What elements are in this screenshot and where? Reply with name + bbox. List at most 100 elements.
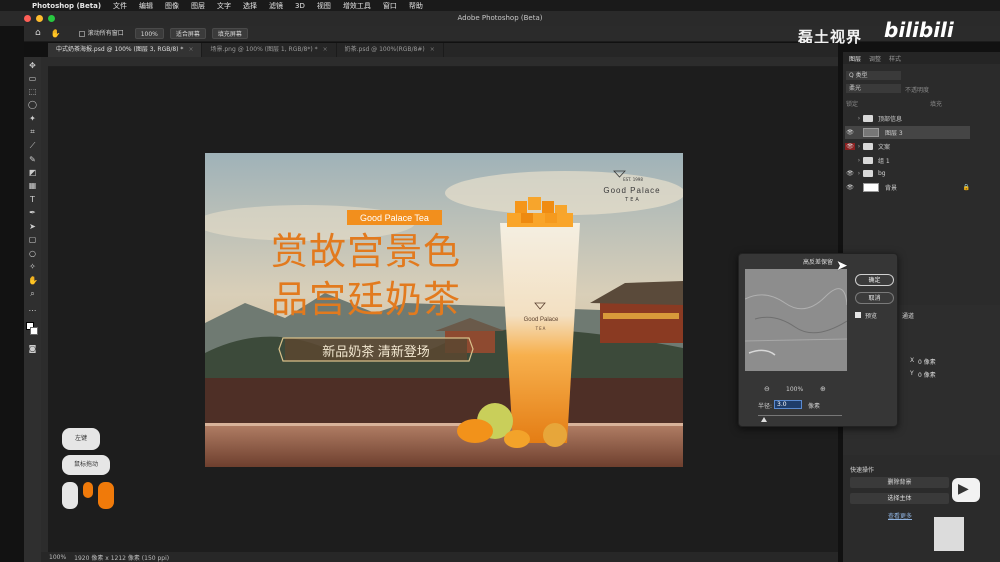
tab-label: 中式奶茶海报.psd @ 100% (图层 3, RGB/8) * bbox=[56, 46, 184, 53]
select-subject-button[interactable]: 选择主体 bbox=[850, 493, 949, 504]
tab-milk-tea[interactable]: 奶茶.psd @ 100%(RGB/8#) × bbox=[337, 43, 444, 57]
fill-screen-button[interactable]: 填充屏幕 bbox=[211, 28, 248, 39]
menu-window[interactable]: 窗口 bbox=[383, 1, 397, 11]
eye-icon[interactable]: 👁 bbox=[845, 143, 855, 150]
more-tools-icon[interactable]: … bbox=[28, 304, 37, 313]
horizontal-ruler[interactable] bbox=[48, 57, 838, 67]
poster-badge: Good Palace Tea bbox=[360, 213, 429, 223]
chevron-right-icon[interactable]: › bbox=[855, 170, 863, 177]
vertical-ruler[interactable] bbox=[41, 57, 48, 552]
marquee-icon[interactable]: ⬚ bbox=[28, 87, 37, 96]
close-icon[interactable]: × bbox=[323, 46, 328, 53]
layer-name: 文案 bbox=[878, 144, 891, 151]
y-label: Y bbox=[910, 370, 914, 377]
fit-screen-button[interactable]: 适合屏幕 bbox=[169, 28, 206, 39]
x-value-field[interactable]: 0 像素 bbox=[918, 357, 936, 366]
ellipse-icon[interactable]: ○ bbox=[28, 249, 37, 258]
x-label: X bbox=[910, 357, 915, 364]
move-icon[interactable]: ✥ bbox=[28, 61, 37, 70]
poster-canvas[interactable]: Good Palace Tea 赏故宫景色 品宫廷奶茶 新品奶茶 清新登场 ES… bbox=[205, 153, 683, 467]
layer-row-bg[interactable]: 👁 › bg bbox=[845, 167, 970, 180]
radius-slider-handle[interactable] bbox=[761, 417, 767, 422]
tab-milk-tea-poster[interactable]: 中式奶茶海报.psd @ 100% (图层 3, RGB/8) * × bbox=[48, 43, 203, 57]
menu-app-name[interactable]: Photoshop (Beta) bbox=[32, 2, 101, 10]
lock-label: 锁定 bbox=[846, 101, 859, 108]
tab-layers[interactable]: 图层 bbox=[849, 54, 861, 63]
layer-thumbnail bbox=[863, 183, 879, 192]
close-icon[interactable]: × bbox=[188, 46, 193, 53]
menu-select[interactable]: 选择 bbox=[243, 1, 257, 11]
hand-icon[interactable]: ✋ bbox=[46, 28, 66, 39]
menu-help[interactable]: 帮助 bbox=[409, 1, 423, 11]
home-icon[interactable]: ⌂ bbox=[30, 28, 46, 39]
scroll-all-checkbox[interactable]: 滚动所有窗口 bbox=[74, 28, 129, 39]
artboard-icon[interactable]: ▭ bbox=[28, 74, 37, 83]
close-icon[interactable]: × bbox=[430, 46, 435, 53]
radius-label: 半径: bbox=[758, 403, 773, 410]
status-zoom[interactable]: 100% bbox=[49, 554, 66, 561]
menu-type[interactable]: 文字 bbox=[217, 1, 231, 11]
chevron-right-icon[interactable]: › bbox=[855, 143, 863, 150]
dialog-preview-image[interactable] bbox=[745, 269, 847, 371]
mouse-drag-indicator: 鼠标拖动 bbox=[62, 455, 110, 475]
shape-icon[interactable]: ▢ bbox=[28, 235, 37, 244]
brush-icon[interactable]: ✎ bbox=[28, 155, 37, 164]
cancel-button[interactable]: 取消 bbox=[855, 292, 894, 304]
pen-icon[interactable]: ✒ bbox=[28, 208, 37, 217]
zoom-icon[interactable]: ⌕ bbox=[28, 289, 37, 298]
view-more-link[interactable]: 查看更多 bbox=[888, 511, 912, 520]
zoom-100-button[interactable]: 100% bbox=[134, 28, 164, 39]
quick-actions-heading: 快速操作 bbox=[850, 467, 875, 474]
menu-view[interactable]: 视图 bbox=[317, 1, 331, 11]
menu-image[interactable]: 图像 bbox=[165, 1, 179, 11]
background-color-swatch[interactable] bbox=[30, 327, 38, 335]
menu-3d[interactable]: 3D bbox=[295, 2, 305, 10]
layer-row-group-1[interactable]: › 组 1 bbox=[845, 154, 970, 167]
crop-icon[interactable]: ⌗ bbox=[28, 127, 37, 136]
zoom-out-icon[interactable]: ⊖ bbox=[764, 385, 770, 393]
menu-layer[interactable]: 图层 bbox=[191, 1, 205, 11]
cup-logo-name: Good Palace bbox=[523, 317, 559, 323]
status-doc-info[interactable]: 1920 像素 x 1212 像素 (150 ppi) bbox=[74, 553, 169, 562]
tab-adjustments[interactable]: 调整 bbox=[869, 54, 881, 63]
magic-wand-icon[interactable]: ✦ bbox=[28, 114, 37, 123]
menu-edit[interactable]: 编辑 bbox=[139, 1, 153, 11]
tab-scene[interactable]: 场景.png @ 100% (图层 1, RGB/8*) * × bbox=[202, 43, 337, 57]
layer-row-layer-3[interactable]: 👁 图层 3 bbox=[845, 126, 970, 139]
poster-headline-1: 赏故宫景色 bbox=[271, 231, 461, 272]
quick-mask-icon[interactable]: ◙ bbox=[28, 344, 37, 353]
menu-filter[interactable]: 滤镜 bbox=[269, 1, 283, 11]
radius-slider-track[interactable] bbox=[758, 415, 842, 416]
chevron-right-icon[interactable]: › bbox=[855, 115, 863, 122]
channels-tab[interactable]: 通道 bbox=[902, 311, 914, 320]
gradient-icon[interactable]: ▦ bbox=[28, 181, 37, 190]
zoom-in-icon[interactable]: ⊕ bbox=[820, 385, 826, 393]
hand-tool-icon[interactable]: ✋ bbox=[28, 276, 38, 285]
layer-row-top-info[interactable]: › 顶部信息 bbox=[845, 112, 970, 125]
ok-button[interactable]: 确定 bbox=[855, 274, 894, 286]
remove-background-button[interactable]: 删除背景 bbox=[850, 477, 949, 488]
left-strip bbox=[0, 26, 24, 562]
layer-row-background[interactable]: 👁 背景 🔒 bbox=[845, 181, 970, 194]
layer-row-copy[interactable]: 👁 › 文案 bbox=[845, 140, 970, 153]
eye-icon[interactable]: 👁 bbox=[845, 184, 855, 191]
menu-plugins[interactable]: 增效工具 bbox=[343, 1, 371, 11]
eye-icon[interactable]: 👁 bbox=[845, 170, 855, 177]
eyedropper-icon[interactable]: ⟋ bbox=[28, 141, 37, 150]
pin-icon[interactable]: ✧ bbox=[28, 262, 37, 271]
play-icon-glyph: ▶ bbox=[958, 481, 969, 497]
preview-checkbox[interactable] bbox=[855, 312, 861, 318]
tab-label: 奶茶.psd @ 100%(RGB/8#) bbox=[344, 46, 425, 53]
chevron-right-icon[interactable]: › bbox=[855, 157, 863, 164]
menu-file[interactable]: 文件 bbox=[113, 1, 127, 11]
layer-filter-kind[interactable]: Q 类型 bbox=[846, 71, 901, 80]
y-value-field[interactable]: 0 像素 bbox=[918, 370, 936, 379]
blend-mode-select[interactable]: 柔光 bbox=[846, 84, 901, 93]
path-select-icon[interactable]: ➤ bbox=[28, 222, 37, 231]
tab-styles[interactable]: 样式 bbox=[889, 54, 901, 63]
eraser-icon[interactable]: ◩ bbox=[28, 168, 37, 177]
lasso-icon[interactable]: ◯ bbox=[28, 100, 37, 109]
eye-icon[interactable]: 👁 bbox=[845, 129, 855, 136]
type-icon[interactable]: T bbox=[28, 195, 37, 204]
radius-input[interactable]: 3.0 bbox=[774, 400, 802, 409]
